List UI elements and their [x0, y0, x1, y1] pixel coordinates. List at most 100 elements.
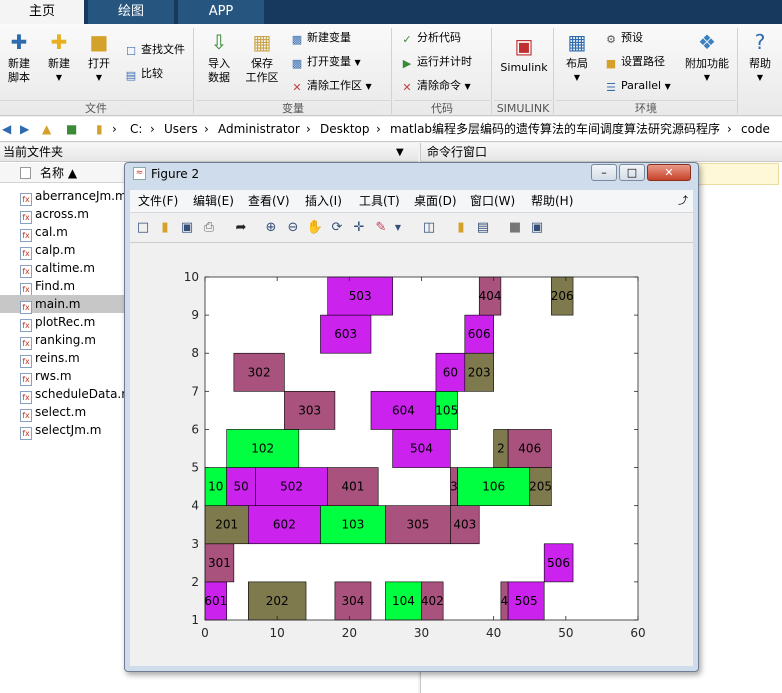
menu-file[interactable]: 文件(F) — [138, 190, 178, 213]
find-files-button[interactable]: ☐ 查找文件 — [124, 42, 185, 60]
new-variable-button[interactable]: ▩ 新建变量 — [290, 30, 351, 48]
hide-plot-tools-icon[interactable]: ■ — [505, 218, 525, 238]
tab-plots[interactable]: 绘图 — [88, 0, 174, 24]
gantt-chart[interactable]: 601 202 304 104 402 4 505506301201 602 103 305 403… — [130, 243, 693, 666]
y-tick-label: 9 — [191, 308, 199, 322]
pan-icon[interactable]: ✋ — [305, 218, 325, 238]
help-button[interactable]: ? 帮助 ▼ — [742, 30, 778, 85]
run-and-time-button[interactable]: ▶ 运行并计时 — [400, 54, 472, 72]
new-script-button[interactable]: ✚ 新建 脚本 — [2, 30, 36, 85]
close-icon[interactable]: ✕ — [647, 164, 691, 181]
menu-dock-arrow-icon[interactable]: ⤴ — [678, 190, 688, 213]
menu-edit[interactable]: 编辑(E) — [193, 190, 234, 213]
add-ons-button[interactable]: ❖ 附加功能 ▼ — [682, 30, 732, 85]
file-item[interactable]: fx caltime.m — [20, 259, 95, 278]
layout-button[interactable]: ▦ 布局 ▼ — [560, 30, 594, 85]
save-icon[interactable]: ▣ — [177, 218, 197, 238]
find-files-icon: ☐ — [126, 45, 136, 58]
file-item[interactable]: fx reins.m — [20, 349, 80, 368]
breadcrumb-users[interactable]: Users — [164, 117, 198, 141]
file-item[interactable]: fx plotRec.m — [20, 313, 95, 332]
breadcrumb-project-folder[interactable]: matlab编程多层编码的遗传算法的车间调度算法研究源码程序 — [390, 117, 720, 141]
menu-insert[interactable]: 插入(I) — [305, 190, 342, 213]
breadcrumb-code[interactable]: code — [741, 117, 770, 141]
set-path-button[interactable]: ■ 设置路径 — [604, 54, 665, 72]
clear-workspace-icon: ✕ — [292, 81, 302, 94]
menu-tools[interactable]: 工具(T) — [359, 190, 400, 213]
gantt-bar-label: 305 — [406, 518, 429, 532]
m-file-icon: fx — [20, 427, 32, 440]
parallel-button[interactable]: ☰ Parallel ▼ — [604, 78, 671, 96]
plus-icon: ✚ — [50, 30, 68, 54]
data-cursor-icon[interactable]: ✛ — [349, 218, 369, 238]
forward-icon[interactable]: ▶ — [20, 117, 29, 141]
preferences-button[interactable]: ⚙ 预设 — [604, 30, 643, 48]
file-item[interactable]: fx calp.m — [20, 241, 75, 260]
breadcrumb-separator: › — [376, 122, 381, 136]
new-figure-icon[interactable]: □ — [133, 218, 153, 238]
breadcrumb-administrator[interactable]: Administrator — [218, 117, 300, 141]
link-plot-icon[interactable]: ◫ — [419, 218, 439, 238]
menu-desktop[interactable]: 桌面(D) — [414, 190, 457, 213]
brush-dropdown-icon[interactable]: ▼ — [388, 218, 408, 238]
name-column-label[interactable]: 名称 ▲ — [40, 163, 77, 183]
open-label: 打开 — [88, 57, 110, 70]
legend-icon[interactable]: ▤ — [473, 218, 493, 238]
file-item[interactable]: fx Find.m — [20, 277, 75, 296]
show-plot-tools-icon[interactable]: ▣ — [527, 218, 547, 238]
clear-workspace-button[interactable]: ✕ 清除工作区 ▼ — [290, 78, 372, 96]
print-icon[interactable]: ⎙ — [199, 218, 219, 238]
file-item[interactable]: fx ranking.m — [20, 331, 96, 350]
file-name: selectJm.m — [35, 423, 102, 437]
menu-window[interactable]: 窗口(W) — [470, 190, 515, 213]
chevron-down-icon: ▼ — [365, 82, 372, 91]
back-icon[interactable]: ◀ — [2, 117, 11, 141]
tab-bar: 主页 绘图 APP — [0, 0, 782, 24]
analyze-code-button[interactable]: ✓ 分析代码 — [400, 30, 461, 48]
breadcrumb-drive[interactable]: C: — [130, 117, 142, 141]
simulink-button[interactable]: ▣ Simulink — [498, 34, 550, 75]
tab-apps[interactable]: APP — [178, 0, 264, 24]
open-variable-button[interactable]: ▩ 打开变量 ▼ — [290, 54, 361, 72]
run-time-icon: ▶ — [402, 57, 412, 70]
file-item[interactable]: fx scheduleData.m — [20, 385, 133, 404]
clear-commands-button[interactable]: ✕ 清除命令 ▼ — [400, 78, 470, 96]
group-variable-label: 变量 — [196, 100, 390, 115]
file-item[interactable]: fx select.m — [20, 403, 86, 422]
file-item[interactable]: fx selectJm.m — [20, 421, 102, 440]
zoom-in-icon[interactable]: ⊕ — [261, 218, 281, 238]
gantt-bar-label: 2 — [497, 442, 505, 456]
chevron-down-icon: ▼ — [95, 73, 103, 82]
address-bar[interactable]: ◀ ▶ ▲ ■ ▮ › C: › Users › Administrator ›… — [0, 117, 782, 142]
figure-title-bar[interactable]: ≈ Figure 2 – □ ✕ — [125, 163, 698, 189]
zoom-out-icon[interactable]: ⊖ — [283, 218, 303, 238]
file-item[interactable]: fx aberranceJm.m — [20, 187, 127, 206]
new-button[interactable]: ✚ 新建 ▼ — [42, 30, 76, 85]
pane-menu-icon[interactable]: ▼ — [396, 143, 404, 162]
pointer-icon[interactable]: ➦ — [231, 218, 251, 238]
import-data-button[interactable]: ⇩ 导入 数据 — [200, 30, 238, 85]
open-file-icon[interactable]: ▮ — [155, 218, 175, 238]
tab-home[interactable]: 主页 — [0, 0, 84, 24]
rotate-icon[interactable]: ⟳ — [327, 218, 347, 238]
menu-view[interactable]: 查看(V) — [248, 190, 290, 213]
menu-help[interactable]: 帮助(H) — [531, 190, 573, 213]
y-tick-label: 8 — [191, 346, 199, 360]
new-variable-label: 新建变量 — [307, 31, 351, 44]
up-folder-icon[interactable]: ▲ — [42, 117, 51, 141]
maximize-icon[interactable]: □ — [619, 164, 645, 181]
colorbar-icon[interactable]: ▮ — [451, 218, 471, 238]
file-item[interactable]: fx rws.m — [20, 367, 72, 386]
open-button[interactable]: ■ 打开 ▼ — [82, 30, 116, 85]
ribbon-divider — [193, 28, 194, 114]
gantt-bar-label: 506 — [547, 556, 570, 570]
save-workspace-button[interactable]: ▦ 保存 工作区 — [242, 30, 282, 85]
file-item[interactable]: fx across.m — [20, 205, 89, 224]
compare-button[interactable]: ▤ 比较 — [124, 66, 163, 84]
browse-folder-icon[interactable]: ■ — [66, 117, 77, 141]
y-tick-label: 1 — [191, 613, 199, 627]
minimize-icon[interactable]: – — [591, 164, 617, 181]
file-item[interactable]: fx cal.m — [20, 223, 68, 242]
breadcrumb-desktop[interactable]: Desktop — [320, 117, 370, 141]
layout-label: 布局 — [566, 57, 588, 70]
